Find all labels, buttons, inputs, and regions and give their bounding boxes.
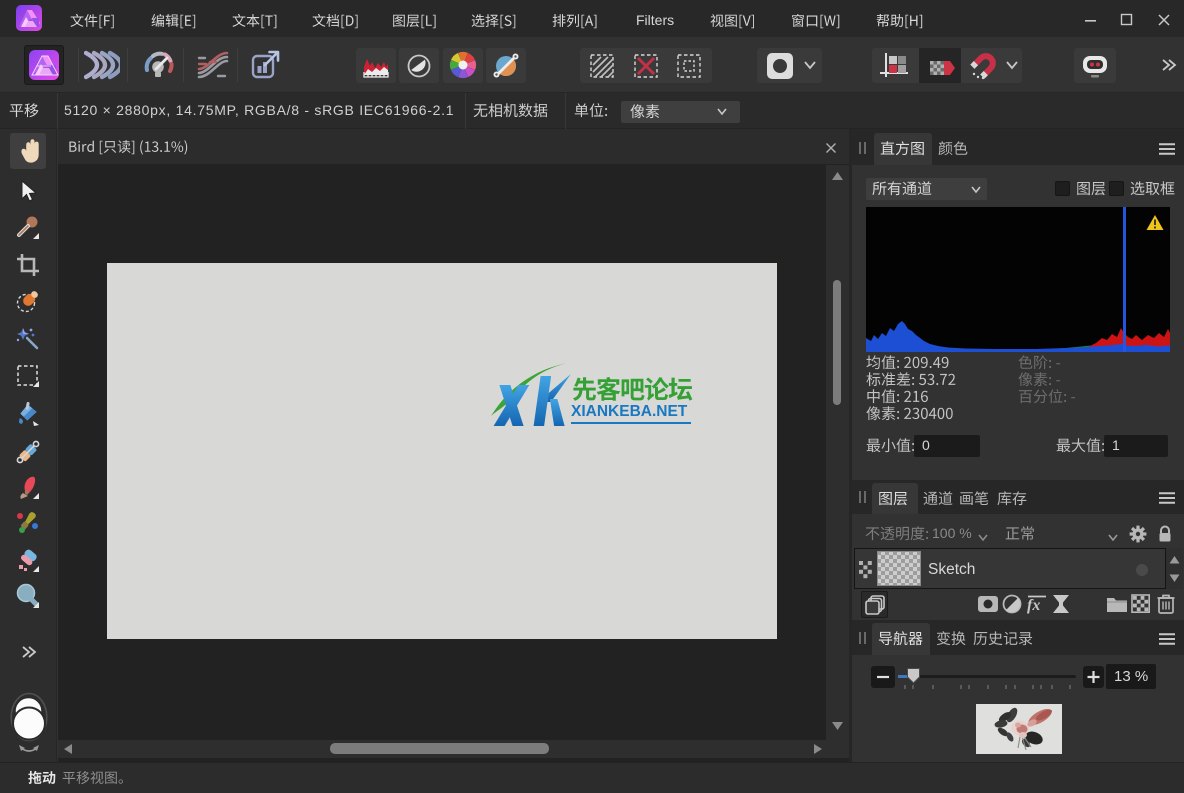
svg-text:fx: fx (1027, 597, 1040, 614)
